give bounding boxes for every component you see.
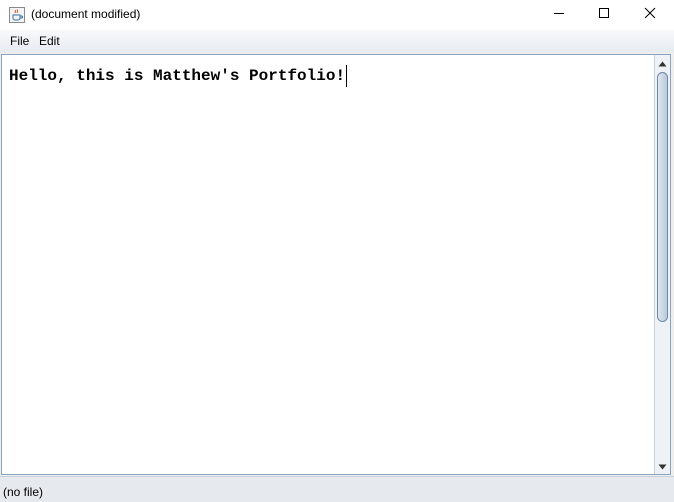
arrow-up-icon <box>658 54 667 72</box>
maximize-icon <box>598 6 610 24</box>
scroll-up-button[interactable] <box>655 55 670 71</box>
status-file-label: (no file) <box>3 485 44 499</box>
java-cup-icon <box>9 7 25 23</box>
text-caret <box>346 65 348 87</box>
status-bar: (no file) <box>0 476 674 502</box>
menu-file[interactable]: File <box>10 34 29 48</box>
minimize-icon <box>553 6 565 24</box>
editor-text: Hello, this is Matthew's Portfolio! <box>9 67 346 85</box>
maximize-button[interactable] <box>581 0 627 30</box>
arrow-down-icon <box>658 457 667 475</box>
scroll-thumb[interactable] <box>657 72 668 322</box>
title-bar[interactable]: (document modified) <box>0 0 674 30</box>
vertical-scrollbar[interactable] <box>654 55 670 474</box>
close-icon <box>644 6 656 24</box>
window-title: (document modified) <box>31 7 141 21</box>
scroll-down-button[interactable] <box>655 458 670 474</box>
editor-content[interactable]: Hello, this is Matthew's Portfolio! <box>9 65 348 87</box>
minimize-button[interactable] <box>536 0 582 30</box>
text-editor[interactable]: Hello, this is Matthew's Portfolio! <box>1 54 671 475</box>
menu-edit[interactable]: Edit <box>39 34 60 48</box>
app-window: (document modified) File Edit Hello, thi… <box>0 0 674 502</box>
close-button[interactable] <box>627 0 673 30</box>
menu-bar: File Edit <box>0 30 674 52</box>
